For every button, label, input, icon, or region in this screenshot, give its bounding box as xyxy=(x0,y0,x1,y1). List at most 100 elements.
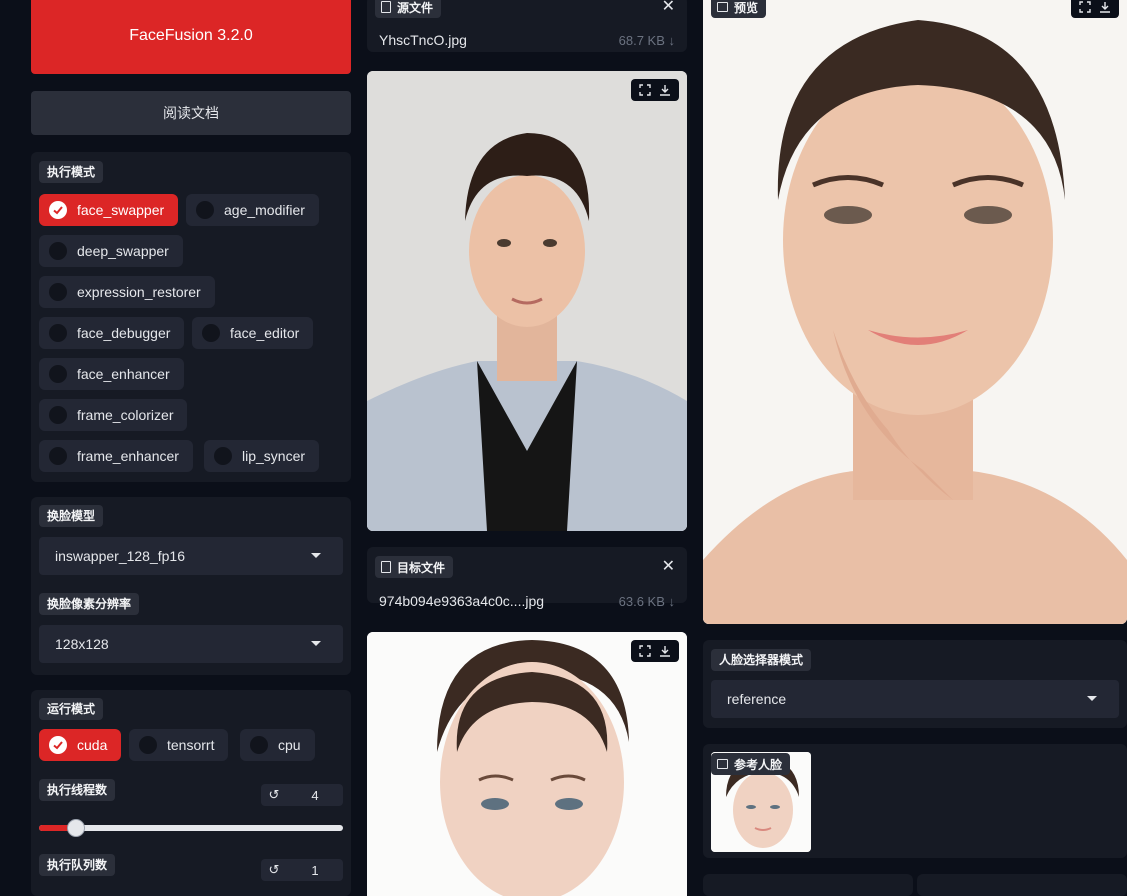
preview-image: 预览 xyxy=(703,0,1127,624)
chevron-down-icon xyxy=(311,641,321,646)
face-selector-options-panel-2 xyxy=(917,874,1127,896)
threads-value: 4 xyxy=(311,787,319,803)
processor-face-enhancer[interactable]: face_enhancer xyxy=(39,358,184,390)
source-face-photo xyxy=(367,71,687,531)
checkbox-icon xyxy=(196,201,214,219)
source-label-text: 源文件 xyxy=(397,0,434,15)
face-swapper-resolution-label: 换脸像素分辨率 xyxy=(39,593,140,615)
provider-cpu[interactable]: cpu xyxy=(240,729,315,761)
processors-label: 执行模式 xyxy=(39,161,104,183)
processor-expression-restorer[interactable]: expression_restorer xyxy=(39,276,215,308)
reset-icon[interactable]: ↺ xyxy=(261,787,287,803)
processor-face-debugger[interactable]: face_debugger xyxy=(39,317,185,349)
target-filesize[interactable]: 63.6 KB ↓ xyxy=(619,594,675,609)
queue-input[interactable]: ↺ 1 xyxy=(261,859,343,881)
checkbox-icon xyxy=(49,283,67,301)
face-swapper-model-value: inswapper_128_fp16 xyxy=(55,548,185,564)
check-icon xyxy=(49,736,67,754)
processor-frame-enhancer[interactable]: frame_enhancer xyxy=(39,440,193,472)
queue-value: 1 xyxy=(311,862,319,878)
download-icon[interactable] xyxy=(1097,0,1113,15)
source-filesize[interactable]: 68.7 KB ↓ xyxy=(619,33,675,48)
checkbox-icon xyxy=(214,447,232,465)
face-swapper-model-label: 换脸模型 xyxy=(39,505,104,527)
processor-label: frame_enhancer xyxy=(77,448,179,464)
chevron-down-icon xyxy=(311,553,321,558)
reference-face-label: 参考人脸 xyxy=(711,753,791,775)
source-image xyxy=(367,71,687,531)
face-swapper-resolution-value: 128x128 xyxy=(55,636,109,652)
face-selector-mode-dropdown[interactable]: reference xyxy=(711,680,1119,718)
face-swapper-resolution-dropdown[interactable]: 128x128 xyxy=(39,625,343,663)
provider-label: tensorrt xyxy=(167,737,215,753)
threads-input[interactable]: ↺ 4 xyxy=(261,784,343,806)
provider-label: cpu xyxy=(278,737,301,753)
processor-label: frame_colorizer xyxy=(77,407,174,423)
processor-frame-colorizer[interactable]: frame_colorizer xyxy=(39,399,188,431)
reference-face-panel: 参考人脸 xyxy=(703,744,1127,858)
preview-face-photo xyxy=(703,0,1127,624)
face-selector-mode-label: 人脸选择器模式 xyxy=(711,649,812,671)
execution-panel: 运行模式 cuda tensorrt cpu 执行线程数 ↺ 4 执行队列数 ↺… xyxy=(31,690,351,896)
checkbox-icon xyxy=(49,242,67,260)
face-selector-options-panel xyxy=(703,874,913,896)
execution-label: 运行模式 xyxy=(39,698,104,720)
source-filename[interactable]: YhscTncO.jpg xyxy=(379,32,467,48)
processors-panel: 执行模式 face_swapper age_modifier deep_swap… xyxy=(31,152,351,482)
preview-label-text: 预览 xyxy=(734,0,759,15)
checkbox-icon xyxy=(49,406,67,424)
processor-label: age_modifier xyxy=(224,202,305,218)
processor-lip-syncer[interactable]: lip_syncer xyxy=(204,440,320,472)
processor-face-editor[interactable]: face_editor xyxy=(192,317,314,349)
processor-label: face_debugger xyxy=(77,325,171,341)
file-icon xyxy=(381,561,391,573)
close-icon[interactable]: ✕ xyxy=(662,0,675,16)
provider-cuda[interactable]: cuda xyxy=(39,729,122,761)
target-image xyxy=(367,632,687,896)
provider-label: cuda xyxy=(77,737,108,753)
preview-label: 预览 xyxy=(711,0,767,18)
close-icon[interactable]: ✕ xyxy=(662,556,675,576)
download-icon[interactable] xyxy=(657,82,673,98)
fullscreen-icon[interactable] xyxy=(637,643,653,659)
download-icon[interactable] xyxy=(657,643,673,659)
fullscreen-icon[interactable] xyxy=(637,82,653,98)
target-file-label: 目标文件 xyxy=(375,556,454,578)
chevron-down-icon xyxy=(1087,696,1097,701)
file-icon xyxy=(381,1,391,13)
target-face-photo xyxy=(367,632,687,896)
threads-slider-handle[interactable] xyxy=(67,819,85,837)
source-image-tools xyxy=(631,79,679,101)
target-image-tools xyxy=(631,640,679,662)
read-docs-button[interactable]: 阅读文档 xyxy=(31,91,351,135)
checkbox-icon xyxy=(250,736,268,754)
source-file-label: 源文件 xyxy=(375,0,442,18)
reference-face-label-text: 参考人脸 xyxy=(734,757,783,772)
processor-label: expression_restorer xyxy=(77,284,201,300)
preview-image-tools xyxy=(1071,0,1119,18)
face-selector-mode-value: reference xyxy=(727,691,787,707)
processor-label: lip_syncer xyxy=(242,448,306,464)
reset-icon[interactable]: ↺ xyxy=(261,862,287,878)
provider-tensorrt[interactable]: tensorrt xyxy=(129,729,229,761)
checkbox-icon xyxy=(139,736,157,754)
processor-label: deep_swapper xyxy=(77,243,169,259)
queue-label: 执行队列数 xyxy=(39,854,116,876)
processor-label: face_enhancer xyxy=(77,366,170,382)
threads-slider[interactable] xyxy=(39,819,343,837)
processor-label: face_swapper xyxy=(77,202,165,218)
image-icon xyxy=(717,2,728,12)
face-swapper-panel: 换脸模型 inswapper_128_fp16 换脸像素分辨率 128x128 xyxy=(31,497,351,675)
fullscreen-icon[interactable] xyxy=(1077,0,1093,15)
app-title-button[interactable]: FaceFusion 3.2.0 xyxy=(31,0,351,74)
target-filename[interactable]: 974b094e9363a4c0c....jpg xyxy=(379,593,544,609)
checkbox-icon xyxy=(49,365,67,383)
checkbox-icon xyxy=(49,324,67,342)
processor-age-modifier[interactable]: age_modifier xyxy=(186,194,319,226)
threads-label: 执行线程数 xyxy=(39,779,116,801)
processor-label: face_editor xyxy=(230,325,300,341)
face-swapper-model-dropdown[interactable]: inswapper_128_fp16 xyxy=(39,537,343,575)
face-selector-panel: 人脸选择器模式 reference xyxy=(703,640,1127,728)
processor-face-swapper[interactable]: face_swapper xyxy=(39,194,179,226)
processor-deep-swapper[interactable]: deep_swapper xyxy=(39,235,183,267)
